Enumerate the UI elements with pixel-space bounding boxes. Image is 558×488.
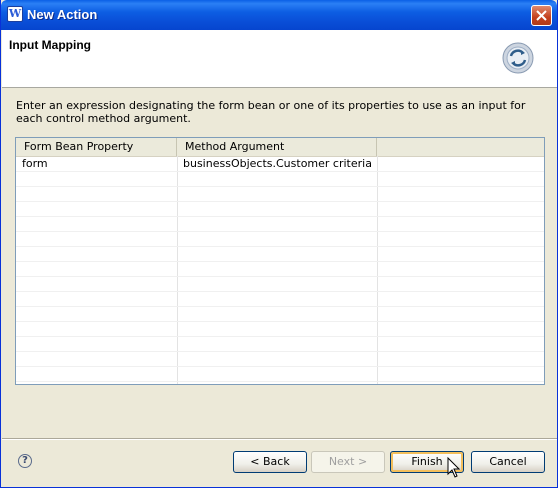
window-title: New Action	[27, 7, 98, 22]
refresh-cycle-icon	[502, 42, 534, 74]
table-row-empty	[16, 307, 544, 322]
table-row-empty	[16, 232, 544, 247]
column-header-method-argument[interactable]: Method Argument	[177, 138, 377, 156]
mouse-cursor-icon	[447, 457, 461, 478]
table-row[interactable]: form businessObjects.Customer criteria	[16, 157, 544, 172]
table-row-empty	[16, 172, 544, 187]
app-icon-letter: W	[8, 7, 22, 20]
table-row-empty	[16, 202, 544, 217]
title-bar[interactable]: W New Action	[1, 0, 557, 30]
table-row-empty	[16, 217, 544, 232]
table-row-empty	[16, 352, 544, 367]
page-title: Input Mapping	[9, 38, 91, 52]
instructions-text: Enter an expression designating the form…	[16, 99, 526, 125]
table-row-empty	[16, 367, 544, 382]
extra-cell[interactable]	[377, 157, 544, 171]
table-row-empty	[16, 187, 544, 202]
footer-separator	[2, 438, 557, 440]
cancel-button[interactable]: Cancel	[471, 451, 545, 473]
next-button[interactable]: Next >	[311, 451, 385, 473]
table-row-empty	[16, 247, 544, 262]
table-row-empty	[16, 277, 544, 292]
dialog-window: W New Action Input Mapping Enter an expr…	[0, 0, 558, 488]
method-argument-cell[interactable]: businessObjects.Customer criteria	[177, 157, 377, 171]
table-header: Form Bean Property Method Argument	[16, 138, 544, 157]
help-icon[interactable]: ?	[18, 454, 32, 468]
table-row-empty	[16, 262, 544, 277]
back-button[interactable]: < Back	[233, 451, 307, 473]
input-mapping-table[interactable]: Form Bean Property Method Argument form …	[15, 137, 545, 385]
table-row-empty	[16, 337, 544, 352]
close-icon	[536, 10, 547, 21]
app-icon: W	[7, 6, 23, 22]
table-row-empty	[16, 322, 544, 337]
column-header-form-bean-property[interactable]: Form Bean Property	[16, 138, 177, 156]
table-row-empty	[16, 292, 544, 307]
form-bean-property-cell[interactable]: form	[16, 157, 177, 171]
column-header-empty[interactable]	[377, 138, 544, 156]
close-button[interactable]	[531, 5, 552, 26]
wizard-header: Input Mapping	[2, 30, 557, 88]
